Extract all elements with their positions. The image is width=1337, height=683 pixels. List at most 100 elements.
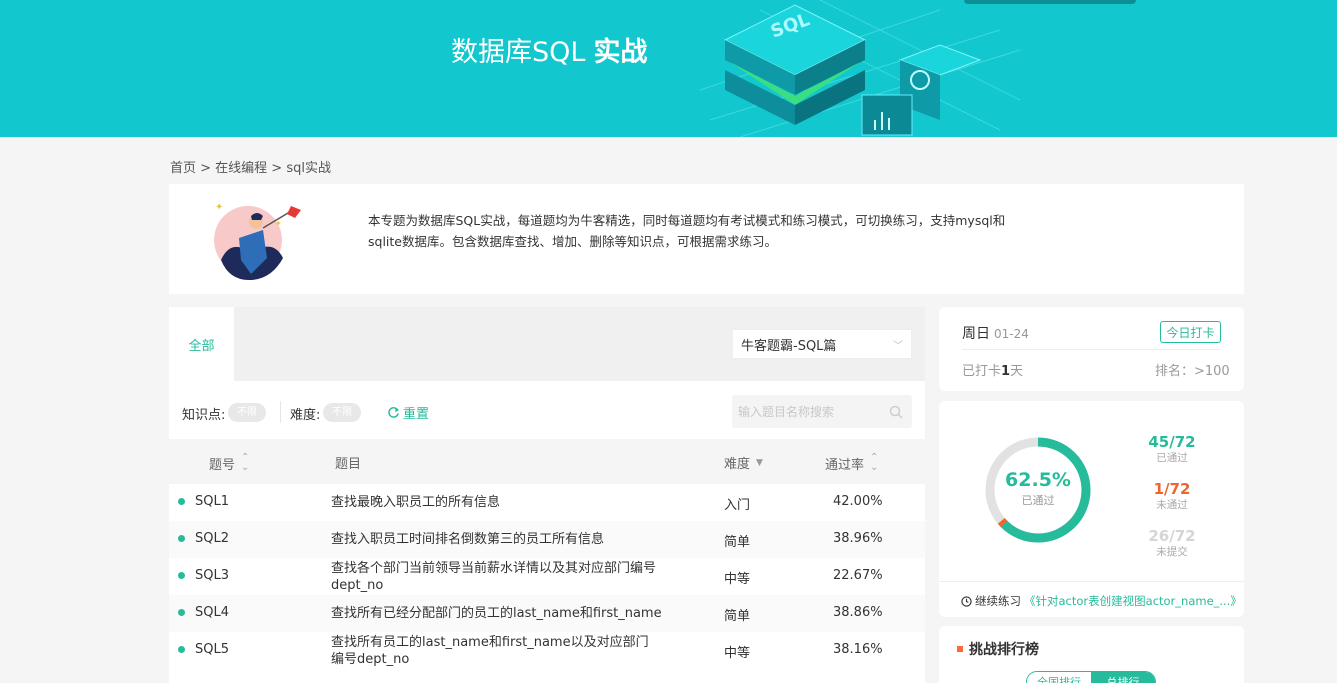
header-rate[interactable]: 通过率 ⌃ ⌄ — [825, 453, 878, 473]
chevron-down-icon: ﹀ — [893, 340, 903, 352]
checkin-date: 01-24 — [994, 327, 1029, 341]
bullet-icon — [957, 646, 963, 652]
row-rate: 38.86% — [833, 605, 883, 620]
stat-unsubmitted-label: 未提交 — [1156, 546, 1188, 558]
difficulty-filter-label: 难度: — [290, 408, 321, 423]
row-difficulty: 简单 — [724, 609, 751, 624]
row-title[interactable]: 查找入职员工时间排名倒数第三的员工所有信息 — [331, 531, 711, 548]
status-dot-icon — [178, 498, 185, 505]
divider — [962, 349, 1221, 350]
stat-passed-label: 已通过 — [1156, 452, 1188, 464]
difficulty-filter-pill[interactable]: 不限 — [323, 403, 361, 422]
row-title[interactable]: 查找最晚入职员工的所有信息 — [331, 494, 711, 511]
header-title: 题目 — [335, 453, 361, 472]
header-title-label: 题目 — [335, 457, 362, 472]
row-title[interactable]: 查找所有员工的last_name和first_name以及对应部门编号dept_… — [331, 634, 661, 668]
row-title[interactable]: 查找各个部门当前领导当前薪水详情以及其对应部门编号dept_no — [331, 560, 656, 594]
tab-bar: 全部 牛客题霸-SQL篇 ﹀ — [169, 307, 925, 381]
checkin-streak-suffix: 天 — [1010, 364, 1024, 379]
sort-icon: ⌃ ⌄ — [241, 452, 250, 473]
search-input[interactable] — [732, 395, 912, 428]
row-difficulty: 中等 — [724, 572, 751, 587]
header-num-label: 题号 — [209, 457, 236, 473]
svg-text:✦: ✦ — [215, 202, 223, 213]
svg-text:✦: ✦ — [275, 219, 282, 228]
header-difficulty[interactable]: 难度 ▼ — [724, 453, 763, 472]
ranking-card: 挑战排行榜 全国排行 总排行 — [939, 626, 1244, 683]
checkin-streak-count: 1 — [1001, 364, 1011, 379]
progress-percent-label: 已通过 — [1021, 494, 1055, 507]
sql-server-illustration: SQL — [700, 0, 1020, 137]
checkin-weekday: 周日 — [962, 326, 990, 342]
row-title[interactable]: 查找所有已经分配部门的员工的last_name和first_name — [331, 605, 711, 622]
knowledge-filter-label: 知识点: — [182, 408, 226, 423]
problem-list-panel: 全部 牛客题霸-SQL篇 ﹀ 知识点: 不限 难度: 不限 重置 题号 ⌃⌄ 题目… — [169, 307, 925, 683]
progress-percent: 62.5% — [1005, 469, 1071, 491]
intro-card: ✦ ✦ 本专题为数据库SQL实战，每道题均为牛客精选，同时每道题均有考试模式和练… — [169, 184, 1244, 294]
row-num: SQL5 — [195, 642, 229, 657]
ranking-toggle: 全国排行 总排行 — [1026, 671, 1156, 683]
status-dot-icon — [178, 609, 185, 616]
tab-total-ranking[interactable]: 总排行 — [1091, 672, 1155, 683]
row-difficulty: 简单 — [724, 535, 751, 550]
stat-unsubmitted: 26/72 未提交 — [1142, 527, 1202, 559]
row-rate: 38.96% — [833, 531, 883, 546]
status-dot-icon — [178, 535, 185, 542]
mascot-illustration: ✦ ✦ — [214, 202, 301, 280]
checkin-day: 周日 01-24 — [962, 323, 1029, 343]
checkin-streak-prefix: 已打卡 — [962, 364, 1002, 379]
table-header: 题号 ⌃ ⌄ 题目 难度 ▼ 通过率 ⌃ ⌄ — [169, 439, 925, 484]
breadcrumb[interactable]: 首页 > 在线编程 > sql实战 — [170, 157, 331, 176]
table-row[interactable]: SQL3 查找各个部门当前领导当前薪水详情以及其对应部门编号dept_no 中等… — [169, 558, 925, 595]
row-num: SQL2 — [195, 531, 229, 546]
stat-failed-value: 1/72 — [1153, 480, 1191, 498]
filter-divider — [280, 401, 281, 423]
header-difficulty-label: 难度 — [724, 457, 751, 472]
stat-failed-label: 未通过 — [1156, 499, 1188, 511]
reset-label: 重置 — [403, 407, 430, 422]
tab-all[interactable]: 全部 — [169, 307, 234, 381]
table-row[interactable]: SQL4 查找所有已经分配部门的员工的last_name和first_name … — [169, 595, 925, 632]
status-dot-icon — [178, 572, 185, 579]
row-num: SQL4 — [195, 605, 229, 620]
clock-icon — [961, 595, 972, 607]
row-rate: 42.00% — [833, 494, 883, 509]
row-difficulty: 入门 — [724, 498, 751, 513]
header-num[interactable]: 题号 ⌃ ⌄ — [209, 453, 249, 473]
table-row[interactable]: SQL2 查找入职员工时间排名倒数第三的员工所有信息 简单 38.96% — [169, 521, 925, 558]
filter-bar: 知识点: 不限 难度: 不限 重置 — [169, 381, 925, 439]
header-rate-label: 通过率 — [825, 457, 865, 473]
row-num: SQL3 — [195, 568, 229, 583]
banner-title: 数据库SQL 实战 — [451, 30, 647, 69]
problem-set-select[interactable]: 牛客题霸-SQL篇 ﹀ — [732, 329, 912, 359]
problem-set-select-value: 牛客题霸-SQL篇 — [741, 338, 837, 354]
caret-down-icon: ▼ — [756, 457, 763, 468]
stat-failed: 1/72 未通过 — [1142, 480, 1202, 512]
row-rate: 38.16% — [833, 642, 883, 657]
refresh-icon — [388, 407, 400, 418]
continue-practice[interactable]: 继续练习 《针对actor表创建视图actor_name_...》 — [961, 593, 1242, 609]
intro-description: 本专题为数据库SQL实战，每道题均为牛客精选，同时每道题均有考试模式和练习模式，… — [368, 213, 1006, 249]
page-banner: 数据库SQL 实战 SQL — [0, 0, 1337, 137]
ranking-title-text: 挑战排行榜 — [969, 642, 1039, 658]
banner-decoration — [964, 0, 1136, 4]
tab-national-ranking[interactable]: 全国排行 — [1027, 672, 1091, 683]
checkin-button[interactable]: 今日打卡 — [1160, 321, 1221, 343]
table-row[interactable]: SQL1 查找最晚入职员工的所有信息 入门 42.00% — [169, 484, 925, 521]
banner-title-main: 数据库SQL — [451, 37, 586, 68]
stat-passed: 45/72 已通过 — [1142, 433, 1202, 465]
continue-label: 继续练习 — [975, 594, 1021, 608]
search-icon[interactable] — [889, 405, 903, 419]
knowledge-filter-pill[interactable]: 不限 — [228, 403, 266, 422]
row-difficulty: 中等 — [724, 646, 751, 661]
continue-link[interactable]: 《针对actor表创建视图actor_name_...》 — [1024, 593, 1242, 609]
reset-button[interactable]: 重置 — [387, 403, 429, 422]
progress-card: 62.5% 已通过 45/72 已通过 1/72 未通过 26/72 未提交 继… — [939, 401, 1244, 617]
checkin-rank: 排名：>100 — [1155, 364, 1230, 379]
table-row[interactable]: SQL5 查找所有员工的last_name和first_name以及对应部门编号… — [169, 632, 925, 669]
ranking-title: 挑战排行榜 — [957, 639, 1039, 659]
divider — [939, 581, 1244, 582]
stat-unsubmitted-value: 26/72 — [1148, 527, 1196, 545]
row-rate: 22.67% — [833, 568, 883, 583]
sort-icon: ⌃ ⌄ — [870, 452, 879, 473]
